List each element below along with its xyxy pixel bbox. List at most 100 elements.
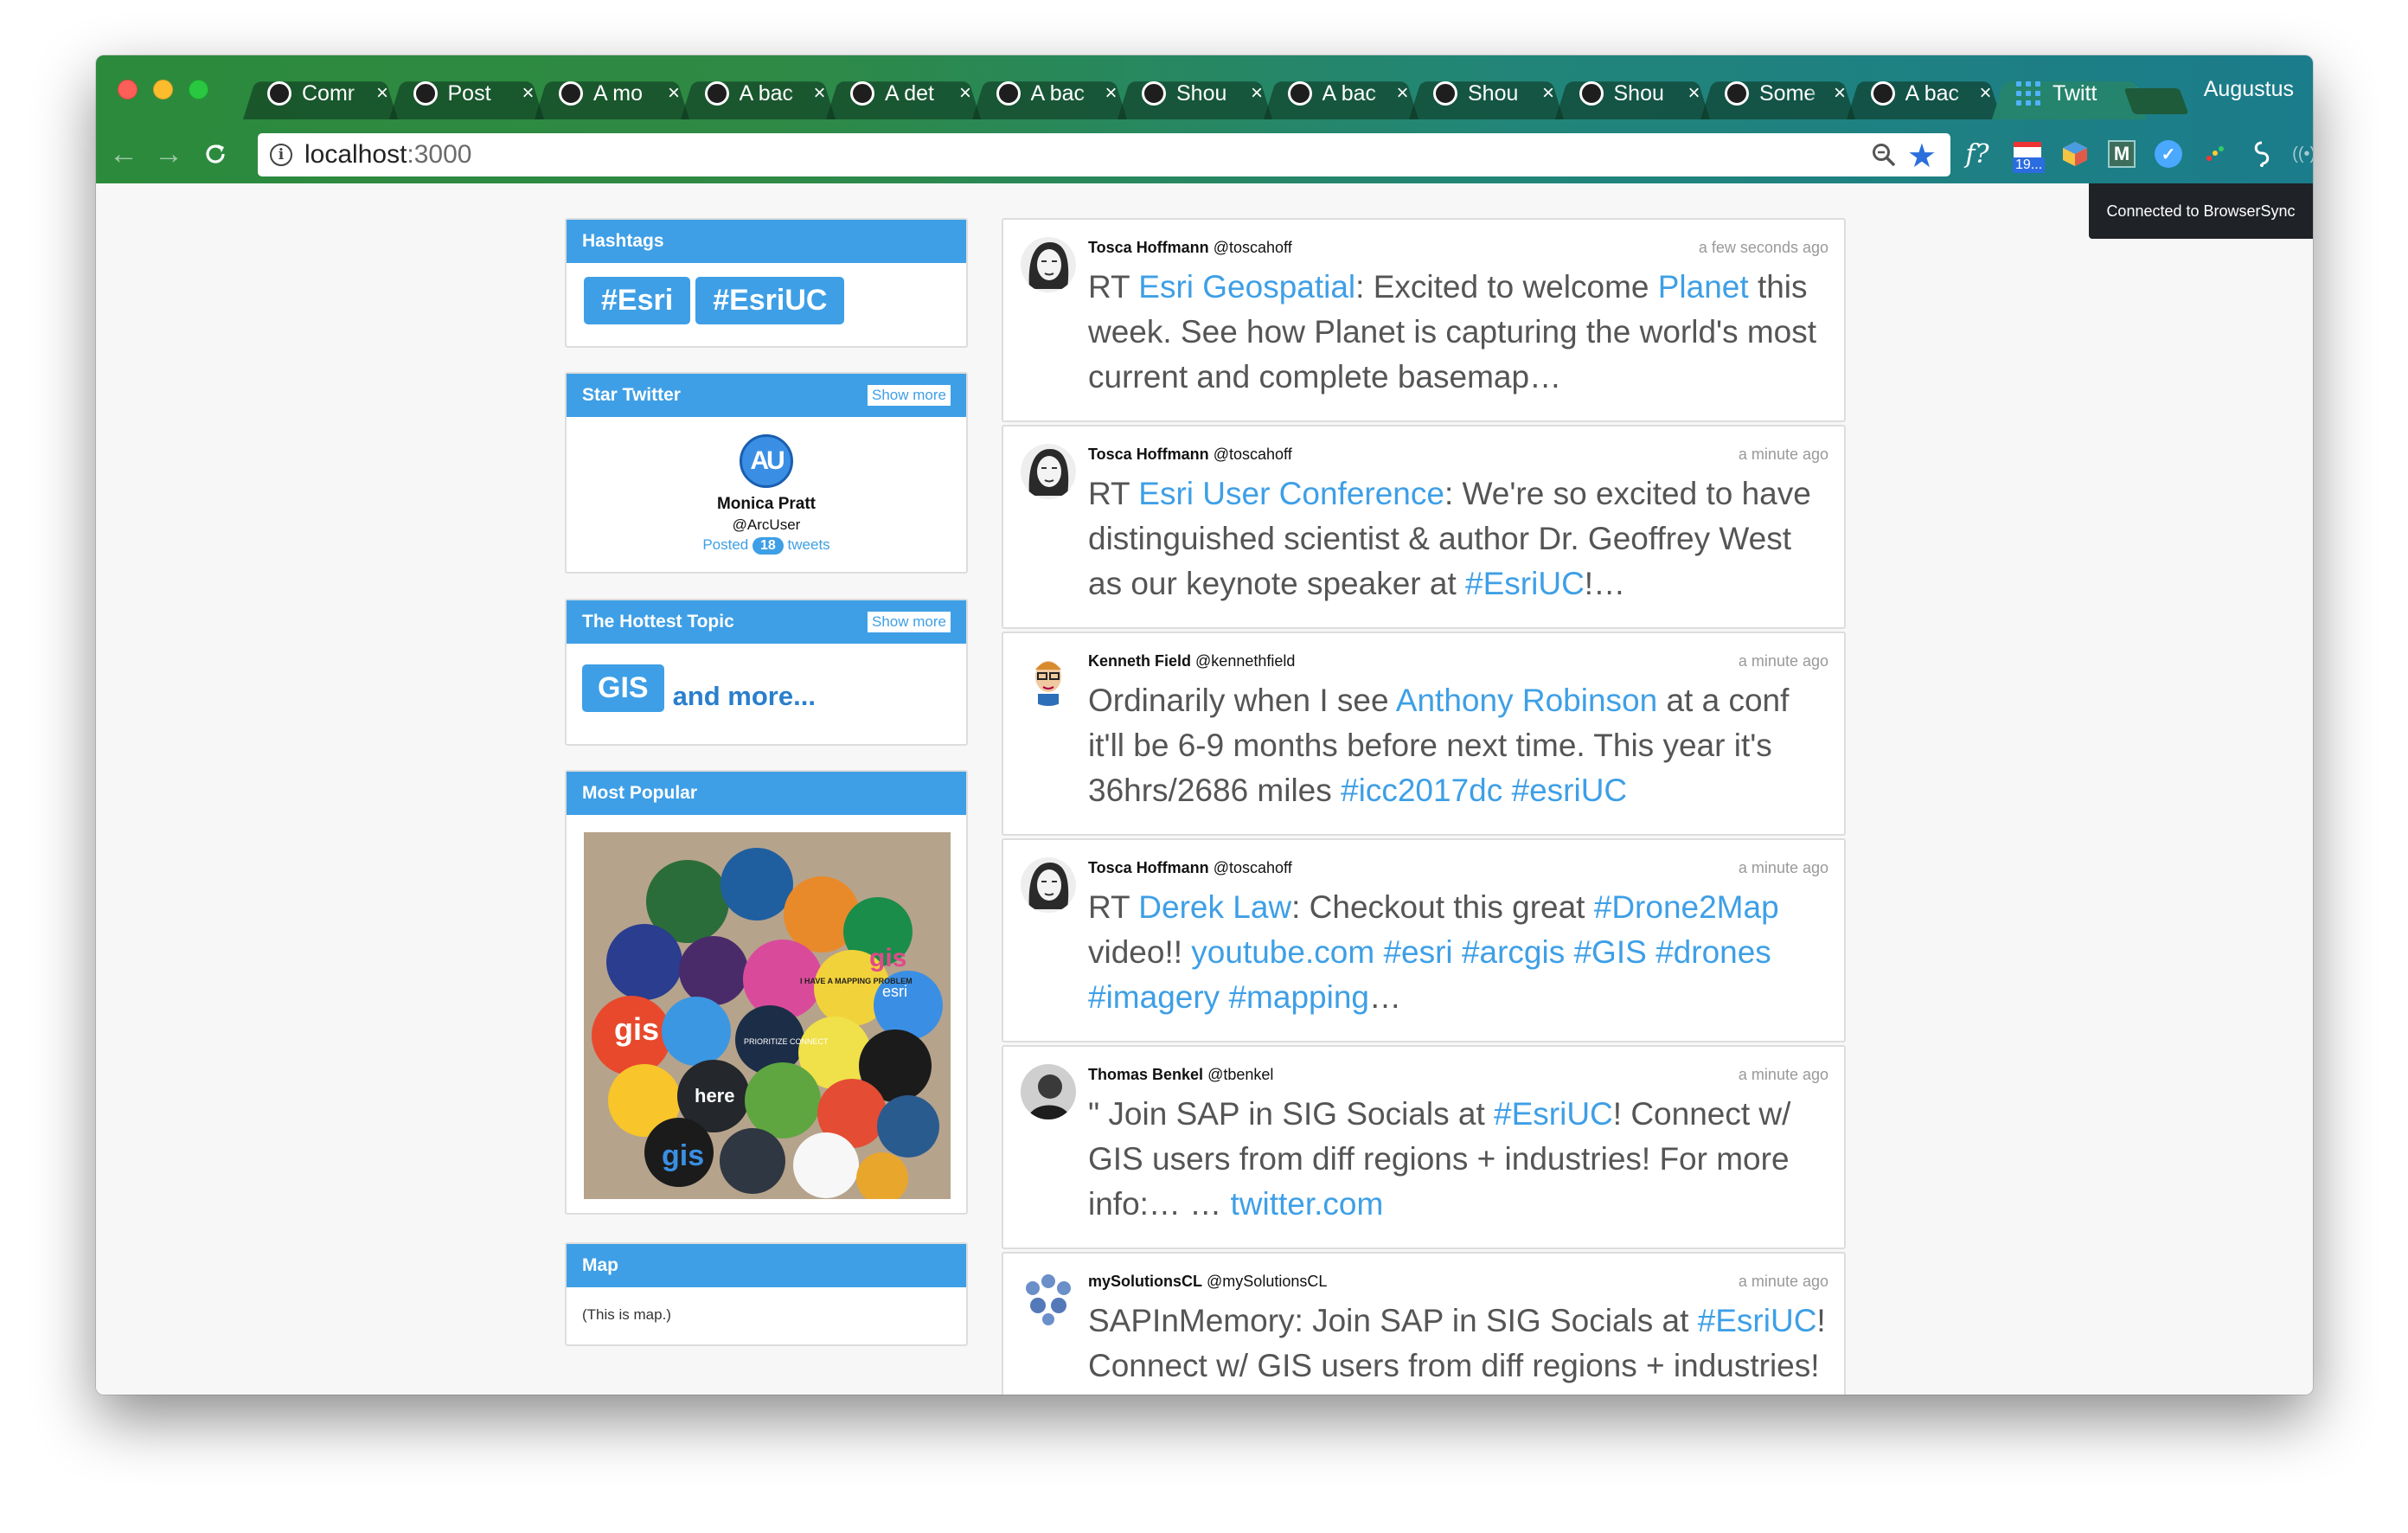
tweet-link[interactable]: #drones: [1656, 934, 1771, 970]
tweet-text-segment: RT: [1088, 889, 1139, 925]
topic-gis[interactable]: GIS: [582, 664, 664, 712]
tweet-link[interactable]: #esriUC: [1512, 773, 1628, 808]
font-ext-icon[interactable]: f?: [1960, 137, 1995, 171]
spiral-ext-icon[interactable]: [2245, 137, 2279, 171]
browser-tab[interactable]: Shou ×: [1111, 67, 1279, 119]
tweet-card[interactable]: Tosca Hoffmann @toscahoff a minute ago RT …: [1002, 425, 1846, 629]
tweet-author[interactable]: Tosca Hoffmann @toscahoff: [1088, 446, 1292, 464]
tweet-link[interactable]: #GIS: [1573, 934, 1646, 970]
topic-row: GIS and more...: [567, 644, 966, 733]
tweet-author[interactable]: Kenneth Field @kennethfield: [1088, 652, 1295, 670]
tweet-link[interactable]: #EsriUC: [1465, 566, 1585, 601]
tweet-card[interactable]: mySolutionsCL @mySolutionsCL a minute ago…: [1002, 1252, 1846, 1395]
grid-favicon-icon: [2016, 81, 2040, 106]
browser-tab[interactable]: A bac ×: [965, 67, 1134, 119]
zoom-icon[interactable]: [1871, 142, 1897, 168]
avatar[interactable]: [1021, 857, 1076, 913]
more-topics-link[interactable]: and more...: [673, 681, 816, 712]
browser-tab[interactable]: Post ×: [382, 67, 551, 119]
m-ext-icon[interactable]: M: [2104, 137, 2139, 171]
tweet-link[interactable]: #EsriUC: [1494, 1096, 1613, 1132]
info-icon[interactable]: i: [270, 144, 292, 166]
browser-tab[interactable]: Shou ×: [1548, 67, 1717, 119]
avatar[interactable]: [1021, 651, 1076, 706]
tweet-link[interactable]: youtube.com: [1191, 934, 1374, 970]
tweet-author[interactable]: Tosca Hoffmann @toscahoff: [1088, 239, 1292, 257]
tweet-link[interactable]: #Drone2Map: [1594, 889, 1779, 925]
close-window-button[interactable]: [118, 80, 138, 99]
avatar[interactable]: [1021, 237, 1076, 292]
v-ext-icon[interactable]: ✓: [2151, 137, 2186, 171]
minimize-window-button[interactable]: [153, 80, 173, 99]
calendar-ext-icon[interactable]: 19...: [2006, 137, 2049, 173]
browser-tab[interactable]: A bac ×: [1840, 67, 2008, 119]
most-popular-panel: Most Popular gis esri here gis I HAVE A …: [565, 770, 968, 1215]
tweet-timestamp: a minute ago: [1738, 859, 1828, 876]
buttons-photo: gis esri here gis I HAVE A MAPPING PROBL…: [584, 832, 951, 1199]
dots-ext-icon[interactable]: [2198, 137, 2232, 171]
tweet-author[interactable]: Tosca Hoffmann @toscahoff: [1088, 859, 1292, 877]
tweet-link[interactable]: twitter.com: [1231, 1186, 1384, 1222]
tweet-link[interactable]: Anthony Robinson: [1396, 683, 1657, 718]
browser-tab[interactable]: Comr ×: [236, 67, 405, 119]
hashtag-esri[interactable]: #Esri: [584, 277, 691, 324]
reload-icon[interactable]: [196, 135, 234, 173]
avatar[interactable]: [1021, 1271, 1076, 1326]
avatar[interactable]: [1021, 1064, 1076, 1119]
tweet-card[interactable]: Kenneth Field @kennethfield a minute ago O…: [1002, 632, 1846, 836]
browser-tab[interactable]: A bac ×: [1257, 67, 1425, 119]
tweet-author-handle: @kennethfield: [1195, 652, 1296, 670]
photo-label: gis: [662, 1139, 704, 1172]
browser-tab[interactable]: A mo ×: [528, 67, 696, 119]
avatar[interactable]: [1021, 444, 1076, 499]
browser-chrome: Comr × Post × A mo × A bac × A det × A bac × Shou × A …: [96, 55, 2313, 183]
bookmark-star-icon[interactable]: ★: [1907, 137, 1937, 176]
browser-tab[interactable]: Shou ×: [1402, 67, 1571, 119]
tweet-author-name: mySolutionsCL: [1088, 1273, 1203, 1290]
tweet-card[interactable]: Thomas Benkel @tbenkel a minute ago " Join…: [1002, 1045, 1846, 1249]
forward-arrow-icon[interactable]: →: [150, 135, 188, 173]
tweet-text-segment: RT: [1088, 269, 1139, 305]
tweet-link[interactable]: #esri: [1383, 934, 1452, 970]
new-tab-button[interactable]: [2123, 88, 2189, 114]
zoom-window-button[interactable]: [189, 80, 208, 99]
back-arrow-icon[interactable]: ←: [105, 135, 143, 173]
avatar[interactable]: AU: [740, 434, 793, 488]
browser-tab[interactable]: A det ×: [819, 67, 988, 119]
tweet-link[interactable]: #icc2017dc: [1341, 773, 1502, 808]
photo-label: PRIORITIZE CONNECT: [744, 1037, 829, 1046]
tweet-author-handle: @toscahoff: [1213, 239, 1292, 256]
tweet-link[interactable]: #EsriUC: [1698, 1303, 1817, 1338]
address-bar[interactable]: i localhost:3000 ★: [258, 133, 1950, 176]
hashtag-esriuc[interactable]: #EsriUC: [695, 277, 845, 324]
tweet-link[interactable]: Esri User Conference: [1138, 476, 1444, 511]
map-panel: Map (This is map.): [565, 1242, 968, 1346]
profile-name[interactable]: Augustus: [2204, 77, 2294, 102]
url-text[interactable]: localhost:3000: [304, 140, 471, 170]
tweet-card[interactable]: Tosca Hoffmann @toscahoff a minute ago RT …: [1002, 838, 1846, 1042]
browser-tab[interactable]: A bac ×: [674, 67, 842, 119]
tweet-link[interactable]: Planet: [1658, 269, 1749, 305]
tweet-author[interactable]: Thomas Benkel @tbenkel: [1088, 1066, 1273, 1084]
show-more-button[interactable]: Show more: [868, 385, 951, 406]
tweet-link[interactable]: #arcgis: [1462, 934, 1565, 970]
cube-ext-icon[interactable]: [2058, 137, 2092, 171]
tweet-link[interactable]: Esri Geospatial: [1138, 269, 1355, 305]
tweet-link[interactable]: Derek Law: [1138, 889, 1291, 925]
github-icon: [996, 81, 1021, 106]
tweet-link[interactable]: #imagery: [1088, 979, 1220, 1015]
tweet-text-segment: " Join SAP in SIG Socials at: [1088, 1096, 1495, 1132]
posted-tweets: Posted 18 tweets: [567, 536, 966, 555]
show-more-button[interactable]: Show more: [868, 612, 951, 632]
tweet-link[interactable]: #mapping: [1228, 979, 1369, 1015]
photo-label: esri: [882, 983, 907, 1000]
tweet-author-handle: @tbenkel: [1207, 1066, 1274, 1083]
tweet-author[interactable]: mySolutionsCL @mySolutionsCL: [1088, 1273, 1327, 1291]
tweet-card[interactable]: Tosca Hoffmann @toscahoff a few seconds a…: [1002, 218, 1846, 422]
popular-photo[interactable]: gis esri here gis I HAVE A MAPPING PROBL…: [584, 832, 951, 1199]
tweet-author-handle: @mySolutionsCL: [1207, 1273, 1328, 1290]
wifi-ext-icon[interactable]: ((•)): [2290, 137, 2313, 171]
github-icon: [1287, 81, 1312, 106]
toolbar: ← → i localhost:3000 ★ f? 19... M ✓ ((•: [96, 128, 2313, 183]
browser-tab[interactable]: Some ×: [1694, 67, 1862, 119]
